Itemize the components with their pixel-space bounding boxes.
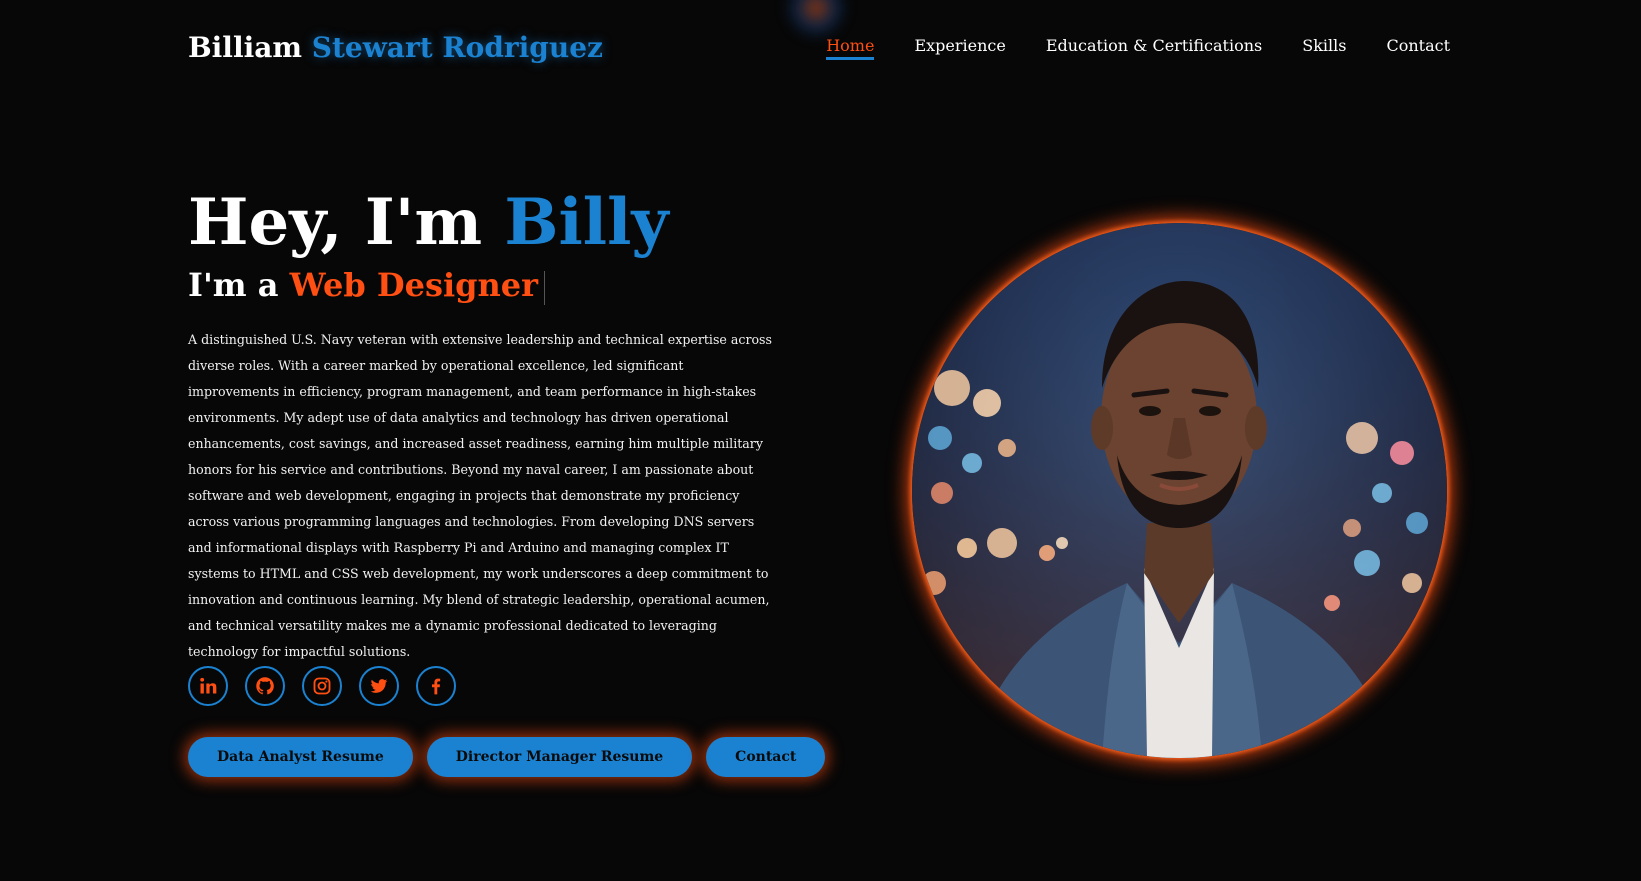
linkedin-link[interactable] <box>188 666 228 706</box>
role-text: Web Designer <box>289 266 538 304</box>
hero-subheading: I'm a Web Designer <box>188 265 778 305</box>
hero-heading: Hey, I'm Billy <box>188 185 778 261</box>
main-nav: Home Experience Education & Certificatio… <box>826 36 1450 60</box>
nav-education-certifications[interactable]: Education & Certifications <box>1046 36 1262 59</box>
typing-caret <box>543 270 545 305</box>
github-icon <box>256 677 274 695</box>
data-analyst-resume-button[interactable]: Data Analyst Resume <box>188 737 413 777</box>
logo-last-name: Stewart Rodriguez <box>311 30 603 64</box>
hero-greeting: Hey, I'm <box>188 185 505 260</box>
hero-name: Billy <box>504 185 669 260</box>
site-header: Billiam Stewart Rodriguez Home Experienc… <box>188 26 1450 68</box>
contact-button[interactable]: Contact <box>706 737 826 777</box>
director-manager-resume-button[interactable]: Director Manager Resume <box>426 737 693 777</box>
twitter-link[interactable] <box>359 666 399 706</box>
social-links <box>188 666 456 706</box>
facebook-icon <box>432 678 441 695</box>
nav-home[interactable]: Home <box>826 36 875 60</box>
github-link[interactable] <box>245 666 285 706</box>
hero-section: Hey, I'm Billy I'm a Web Designer A dist… <box>188 185 778 665</box>
nav-contact[interactable]: Contact <box>1386 36 1450 59</box>
logo-first-name: Billiam <box>188 30 302 64</box>
twitter-icon <box>370 679 388 693</box>
role-prefix: I'm a <box>188 266 290 304</box>
linkedin-icon <box>200 677 217 694</box>
instagram-link[interactable] <box>302 666 342 706</box>
profile-photo <box>912 223 1447 758</box>
instagram-icon <box>313 677 331 695</box>
nav-skills[interactable]: Skills <box>1302 36 1346 59</box>
nav-experience[interactable]: Experience <box>914 36 1005 59</box>
site-logo[interactable]: Billiam Stewart Rodriguez <box>188 31 603 64</box>
page: Billiam Stewart Rodriguez Home Experienc… <box>0 0 1641 881</box>
facebook-link[interactable] <box>416 666 456 706</box>
cta-buttons: Data Analyst Resume Director Manager Res… <box>188 737 826 777</box>
profile-photo-illustration <box>912 223 1447 758</box>
hero-bio: A distinguished U.S. Navy veteran with e… <box>188 332 772 659</box>
